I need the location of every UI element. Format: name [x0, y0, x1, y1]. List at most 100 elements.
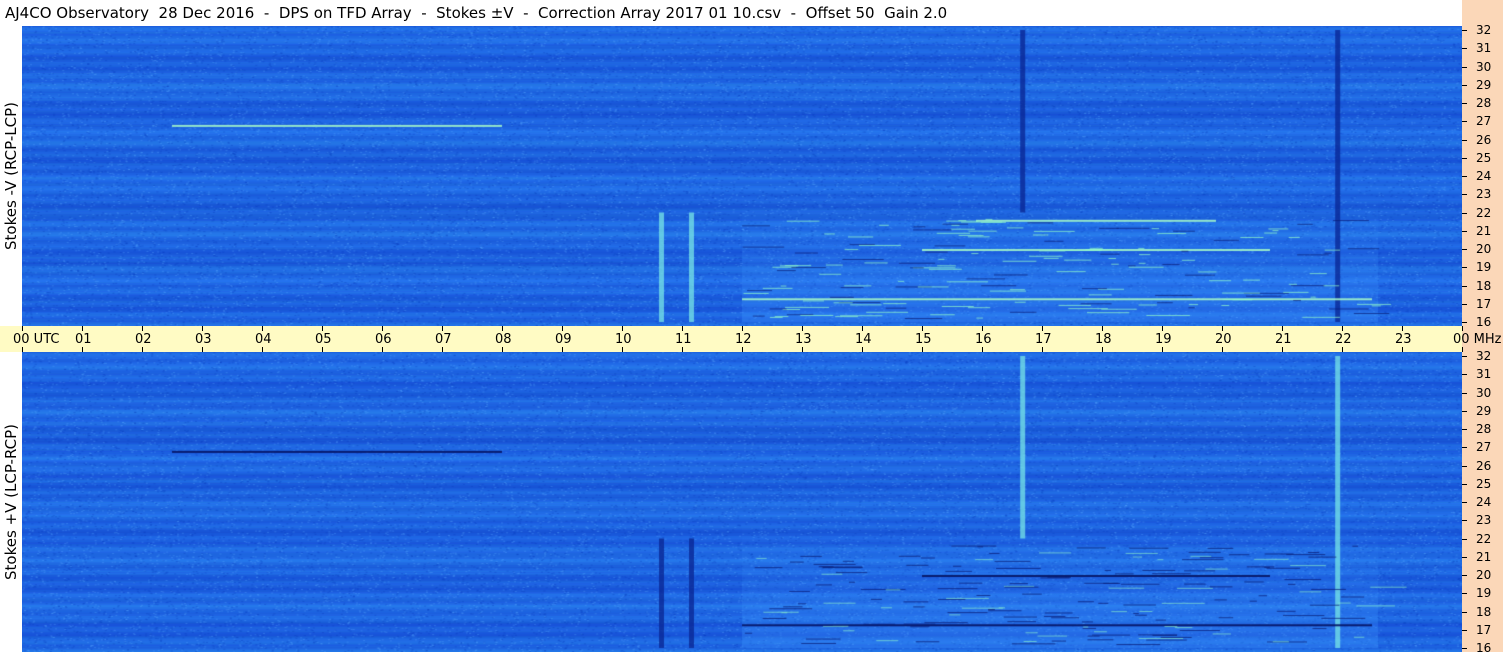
freq-tick [1462, 356, 1467, 357]
time-tick [1042, 326, 1043, 331]
freq-tick-label: 28 [1476, 96, 1492, 110]
freq-tick-label: 28 [1476, 422, 1492, 436]
freq-tick-label: 26 [1476, 458, 1492, 473]
time-tick-label: 21 [1275, 332, 1292, 347]
freq-tick [1462, 157, 1467, 159]
time-tick-label: 20 [1215, 332, 1232, 347]
freq-tick [1462, 575, 1467, 576]
freq-tick [1462, 556, 1467, 558]
freq-tick [1462, 502, 1467, 503]
time-tick-label: 18 [1095, 332, 1112, 347]
time-tick-label: 04 [255, 332, 272, 347]
freq-tick-label: 21 [1476, 549, 1492, 564]
time-tick [22, 326, 23, 331]
top-frequency-axis: 32 31 30 29 28 27 26 25 24 23 22 21 20 19 18 17 16 [1462, 23, 1503, 329]
top-spectrogram [22, 26, 1462, 326]
freq-tick [1462, 322, 1467, 323]
chart-title: AJ4CO Observatory 28 Dec 2016 - DPS on T… [0, 0, 1462, 26]
freq-tick-label: 24 [1476, 169, 1492, 183]
freq-tick-label: 30 [1476, 59, 1492, 74]
freq-tick [1462, 483, 1467, 485]
time-tick [202, 326, 203, 331]
time-tick-label: 09 [555, 332, 572, 347]
freq-tick [1462, 429, 1467, 430]
time-tick [682, 326, 683, 331]
freq-tick-label: 18 [1476, 604, 1492, 619]
time-tick-label: 12 [735, 332, 752, 347]
time-tick [262, 326, 263, 331]
freq-tick [1462, 629, 1467, 631]
top-spectrogram-panel [22, 26, 1462, 326]
freq-tick [1462, 447, 1467, 449]
freq-tick [1462, 103, 1467, 104]
bottom-spectrogram [22, 352, 1462, 652]
time-tick-label: 15 [915, 332, 932, 347]
freq-tick-label: 29 [1476, 77, 1492, 92]
freq-tick-label: 19 [1476, 260, 1492, 275]
freq-tick-label: 20 [1476, 242, 1492, 256]
time-tick-label: 00 UTC [13, 332, 60, 347]
top-panel-ylabel: Stokes -V (RCP-LCP) [0, 26, 22, 326]
bottom-margin [0, 652, 1503, 672]
time-tick-label: 11 [675, 332, 692, 347]
bottom-spectrogram-panel [22, 352, 1462, 652]
time-tick-label: 02 [135, 332, 152, 347]
time-tick-label: 00 MHz [1453, 332, 1502, 347]
time-tick [442, 326, 443, 331]
freq-tick-label: 30 [1476, 385, 1492, 400]
time-tick-label: 07 [435, 332, 452, 347]
freq-tick-label: 25 [1476, 150, 1492, 165]
freq-tick-label: 20 [1476, 568, 1492, 582]
freq-tick-label: 22 [1476, 531, 1492, 546]
time-tick [1342, 326, 1343, 331]
freq-tick [1462, 285, 1467, 287]
freq-tick [1462, 176, 1467, 177]
time-axis: 00 UTC 01 02 03 04 05 06 07 08 09 10 11 12 13 14 15 16 17… [0, 326, 1503, 352]
time-tick [322, 326, 323, 331]
freq-tick [1462, 194, 1467, 196]
time-tick [802, 326, 803, 331]
time-tick-label: 10 [615, 332, 632, 347]
time-tick-label: 13 [795, 332, 812, 347]
time-tick [82, 326, 83, 331]
time-tick-label: 05 [315, 332, 332, 347]
time-tick-label: 01 [75, 332, 92, 347]
freq-tick [1462, 648, 1467, 649]
time-tick [1402, 326, 1403, 331]
time-tick-label: 19 [1155, 332, 1172, 347]
time-tick [862, 326, 863, 331]
time-tick-label: 08 [495, 332, 512, 347]
freq-tick [1462, 538, 1467, 540]
freq-tick [1462, 465, 1467, 467]
time-tick-label: 14 [855, 332, 872, 347]
time-tick [622, 326, 623, 331]
time-tick-label: 22 [1335, 332, 1352, 347]
freq-tick [1462, 410, 1467, 412]
freq-tick-label: 27 [1476, 114, 1492, 129]
bottom-panel-label: Stokes +V (LCP-RCP) [2, 424, 20, 580]
freq-tick-label: 17 [1476, 622, 1492, 637]
freq-tick-label: 19 [1476, 586, 1492, 601]
time-tick-label: 16 [975, 332, 992, 347]
freq-tick-label: 32 [1476, 23, 1492, 37]
time-tick [502, 326, 503, 331]
time-tick-label: 17 [1035, 332, 1052, 347]
freq-tick-label: 27 [1476, 440, 1492, 455]
freq-tick-label: 31 [1476, 367, 1492, 382]
freq-tick-label: 23 [1476, 513, 1492, 528]
freq-tick [1462, 84, 1467, 86]
bottom-frequency-axis: 32 31 30 29 28 27 26 25 24 23 22 21 20 19 18 17 16 [1462, 349, 1503, 655]
freq-tick [1462, 520, 1467, 522]
freq-tick [1462, 392, 1467, 394]
freq-tick [1462, 267, 1467, 269]
time-tick [922, 326, 923, 331]
time-tick [1222, 326, 1223, 331]
time-tick [382, 326, 383, 331]
freq-tick [1462, 303, 1467, 305]
freq-tick [1462, 30, 1467, 31]
freq-tick-label: 26 [1476, 132, 1492, 147]
time-tick [1102, 326, 1103, 331]
freq-tick-label: 31 [1476, 41, 1492, 56]
freq-tick [1462, 48, 1467, 50]
time-tick-label: 03 [195, 332, 212, 347]
